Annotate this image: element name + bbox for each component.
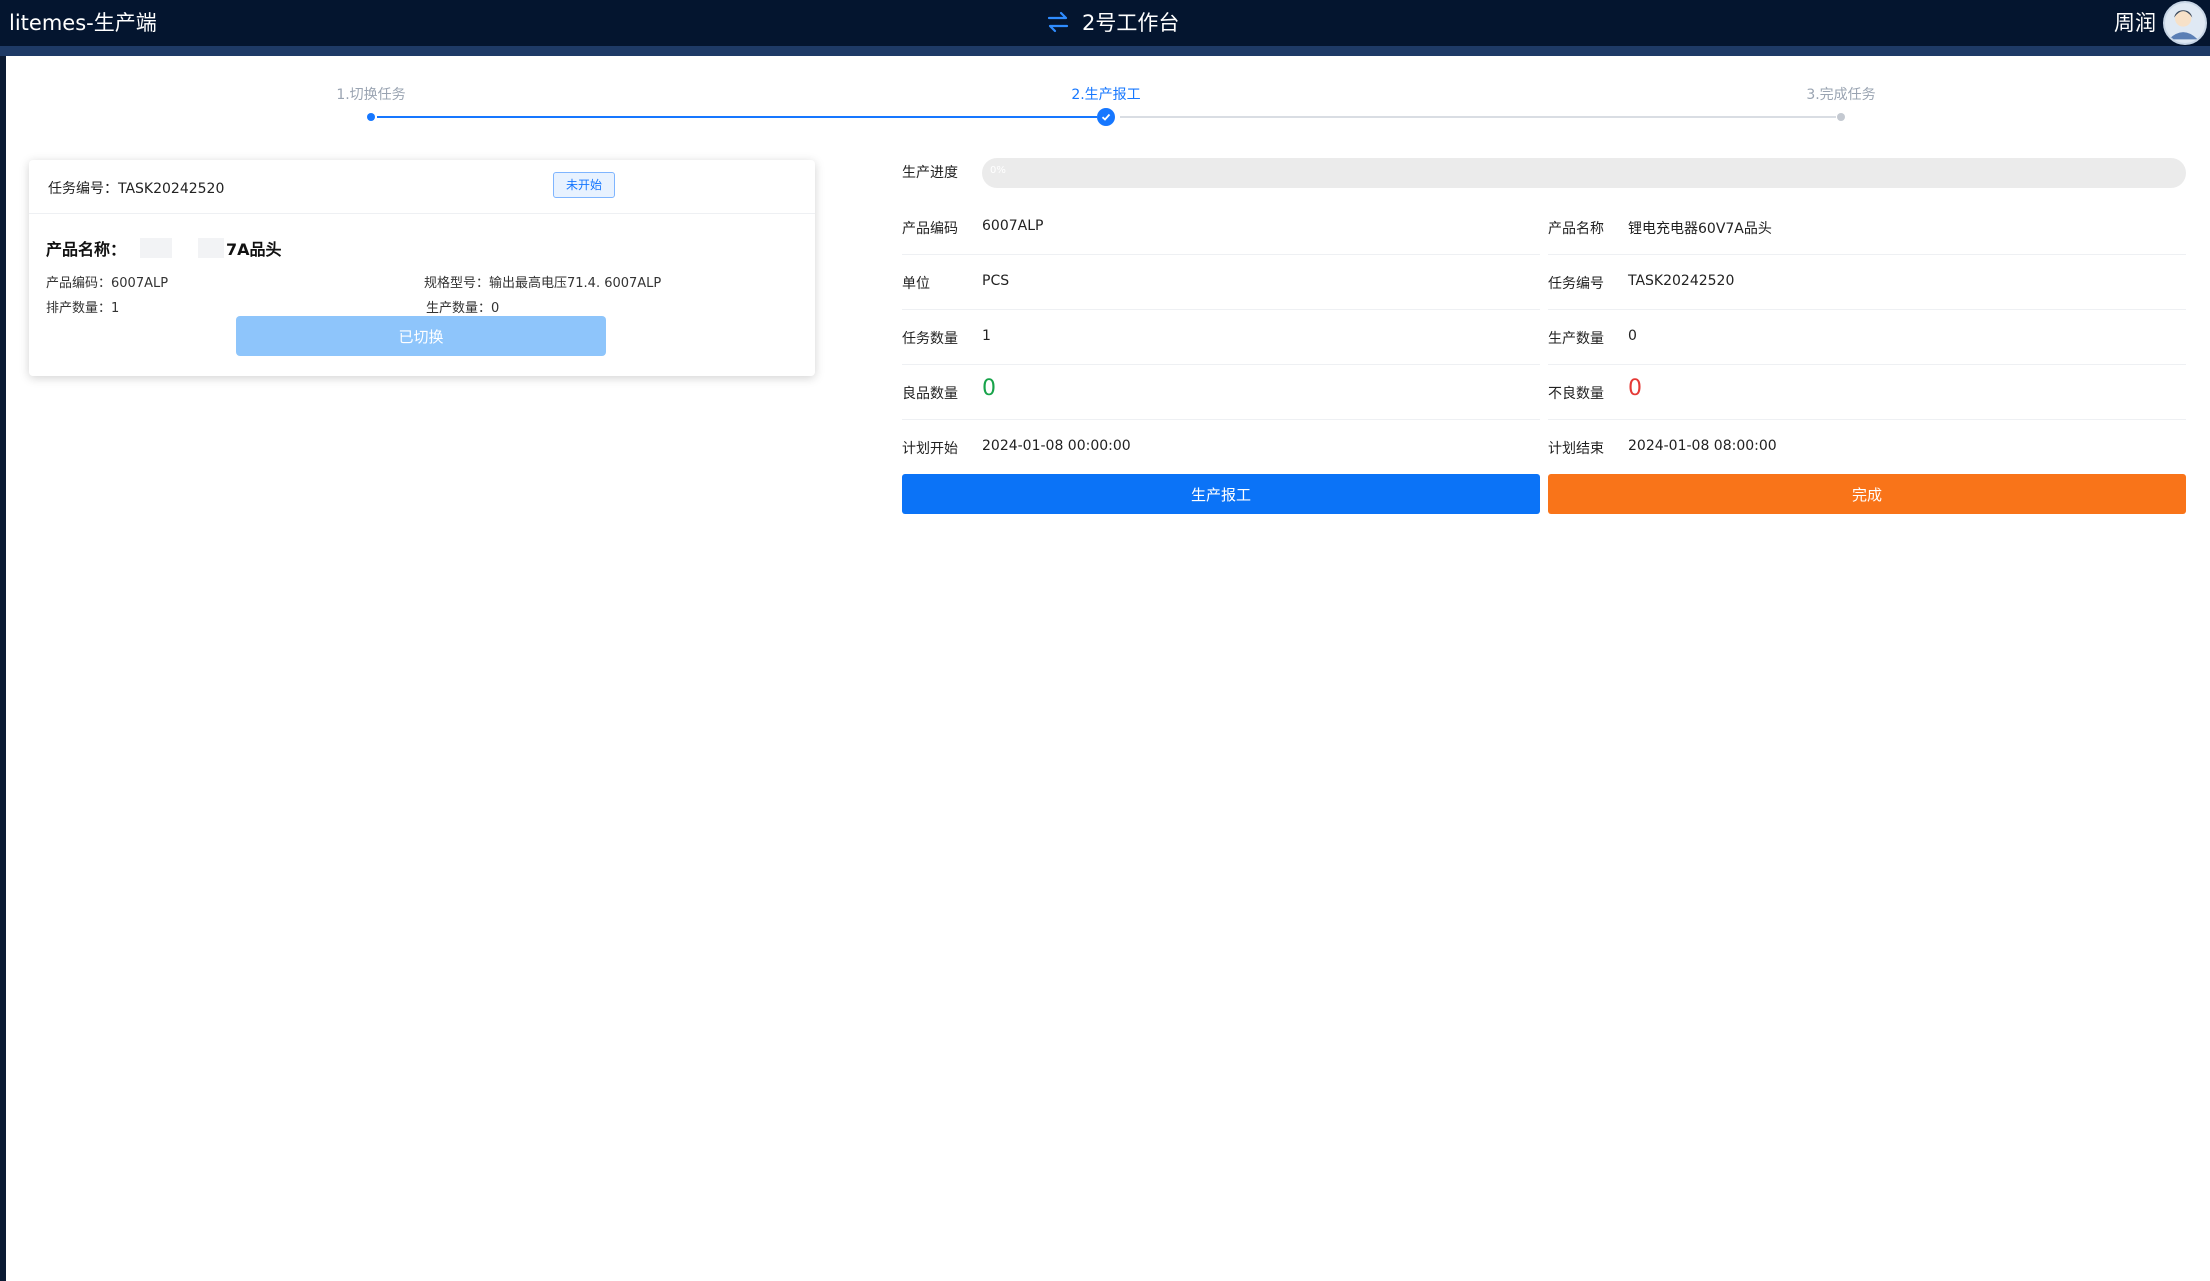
detail-label: 产品名称 [1548,221,1604,237]
progress-text: 0% [990,165,1006,176]
detail-label: 产品编码 [902,221,958,237]
detail-row: 计划结束 2024-01-08 08:00:00 [1548,420,2186,475]
product-name-row: 产品名称： 7A品头 [46,236,282,260]
switch-icon[interactable] [1046,11,1070,33]
detail-label: 任务数量 [902,331,958,347]
detail-value: 6007ALP [982,218,1044,234]
task-card-header: 任务编号：TASK20242520 未开始 [29,160,815,214]
redacted-block [140,238,173,258]
step-1-label[interactable]: 1.切换任务 [336,84,405,104]
app-title: litemes-生产端 [9,11,157,35]
detail-value: 2024-01-08 08:00:00 [1628,438,1777,454]
top-bar: litemes-生产端 2号工作台 周润 [0,0,2210,46]
detail-row: 任务编号 TASK20242520 [1548,255,2186,310]
detail-row: 良品数量 0 [902,365,1540,420]
detail-label: 生产数量 [1548,331,1604,347]
detail-label: 不良数量 [1548,386,1604,402]
avatar[interactable] [2163,1,2207,45]
detail-label: 良品数量 [902,386,958,402]
detail-row: 单位 PCS [902,255,1540,310]
produced-qty: 生产数量：0 [426,301,500,316]
detail-value: PCS [982,273,1010,289]
detail-value: 1 [982,328,991,344]
detail-row: 生产数量 0 [1548,310,2186,365]
product-name-label: 产品名称： [46,240,127,259]
progress-label: 生产进度 [902,165,958,181]
task-number: 任务编号：TASK20242520 [48,181,225,197]
spec: 规格型号：输出最高电压71.4. 6007ALP [424,276,662,291]
step-line-1 [377,116,1097,118]
detail-label: 单位 [902,276,930,292]
scheduled-qty: 排产数量：1 [46,301,120,316]
detail-row: 不良数量 0 [1548,365,2186,420]
detail-value: 0 [1628,328,1637,344]
detail-row: 产品名称 锂电充电器60V7A品头 [1548,200,2186,255]
task-card[interactable]: 任务编号：TASK20242520 未开始 产品名称： 7A品头 产品编码：60… [29,160,815,376]
production-report-button[interactable]: 生产报工 [902,474,1540,514]
product-code: 产品编码：6007ALP [46,276,169,291]
top-bar-divider [0,46,2210,56]
bad-qty-value: 0 [1628,376,1642,401]
step-1-dot [367,113,375,121]
avatar-image [2168,10,2198,40]
detail-label: 任务编号 [1548,276,1604,292]
finish-button[interactable]: 完成 [1548,474,2186,514]
user-name[interactable]: 周润 [2114,7,2156,37]
step-line-2 [1120,116,1836,118]
detail-label: 计划结束 [1548,441,1604,457]
step-3-label[interactable]: 3.完成任务 [1806,84,1875,104]
detail-row: 产品编码 6007ALP [902,200,1540,255]
product-name-value: 7A品头 [226,240,282,259]
workbench-name[interactable]: 2号工作台 [1082,7,1179,37]
step-3-dot [1837,113,1845,121]
step-2-check-icon [1097,108,1115,126]
detail-value: TASK20242520 [1628,273,1735,289]
workbench-switcher[interactable]: 2号工作台 [1046,7,1179,37]
detail-label: 计划开始 [902,441,958,457]
progress-bar: 0% [982,158,2186,188]
main-content: 1.切换任务 2.生产报工 3.完成任务 任务编号：TASK20242520 未… [6,56,2210,1281]
redacted-block [198,238,225,258]
detail-value: 锂电充电器60V7A品头 [1628,221,1772,237]
detail-row: 任务数量 1 [902,310,1540,365]
status-badge: 未开始 [553,172,616,198]
good-qty-value: 0 [982,376,996,401]
detail-value: 2024-01-08 00:00:00 [982,438,1131,454]
detail-row: 计划开始 2024-01-08 00:00:00 [902,420,1540,475]
step-progress: 1.切换任务 2.生产报工 3.完成任务 [6,56,2210,136]
step-2-label[interactable]: 2.生产报工 [1071,84,1140,104]
switched-button[interactable]: 已切换 [236,316,606,356]
